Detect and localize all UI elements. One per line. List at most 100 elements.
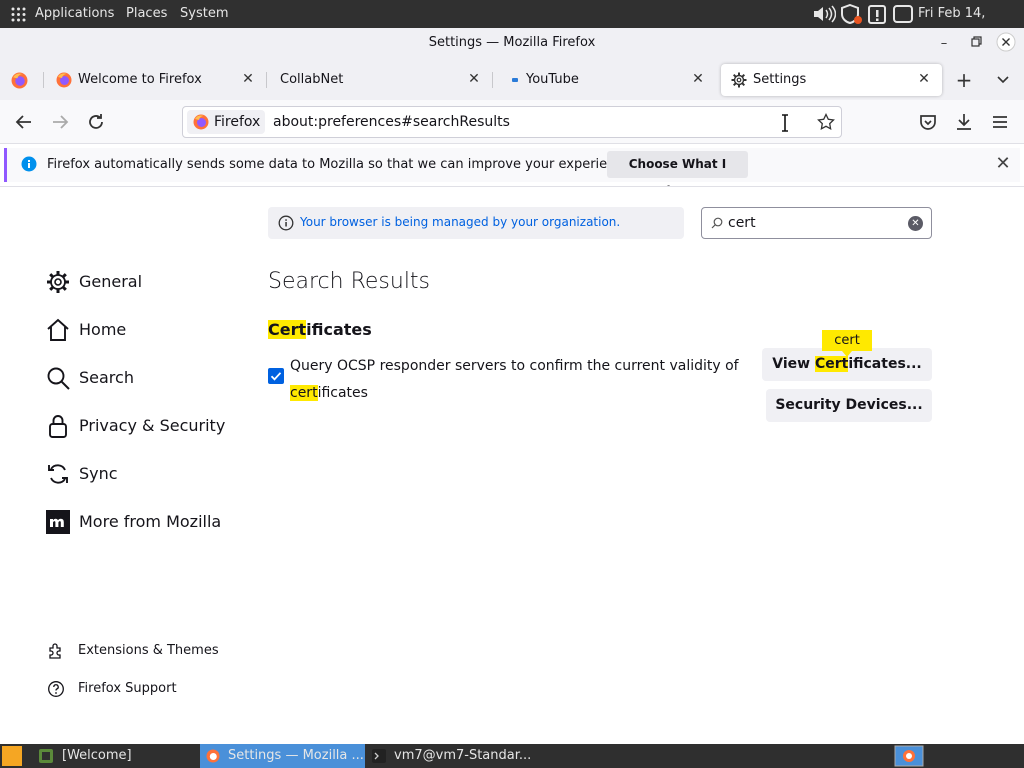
ocsp-label[interactable]: Query OCSP responder servers to confirm … (290, 353, 750, 407)
menu-places[interactable]: Places (126, 0, 167, 28)
tab-label: CollabNet (280, 72, 344, 87)
help-icon (48, 681, 64, 697)
tab-youtube[interactable]: YouTube ✕ (494, 64, 716, 96)
managed-policy-notice[interactable]: Your browser is being managed by your or… (268, 207, 684, 239)
close-tab-icon[interactable]: ✕ (688, 69, 708, 89)
task-firefox-settings[interactable]: Settings — Mozilla ... (200, 744, 365, 768)
firefox-favicon-icon (56, 72, 72, 88)
taskbar: [Welcome] Settings — Mozilla ... vm7@vm7… (0, 744, 1024, 768)
url-bar[interactable]: Firefox about:preferences#searchResults (182, 106, 842, 138)
task-terminal[interactable]: vm7@vm7-Standar... (366, 744, 536, 768)
window-titlebar[interactable]: Settings — Mozilla Firefox – (0, 28, 1024, 60)
nav-bar: Firefox about:preferences#searchResults (0, 100, 1024, 144)
alert-clipboard-icon[interactable] (866, 4, 888, 24)
choose-what-i-share-button[interactable]: Choose What I Share (607, 151, 748, 198)
search-highlight: Cert (814, 356, 849, 372)
tab-label: Settings (753, 72, 807, 87)
new-tab-button[interactable]: + (952, 68, 976, 92)
close-tab-icon[interactable]: ✕ (238, 69, 258, 89)
close-notification-icon[interactable]: ✕ (992, 153, 1014, 175)
section-title-rest: ificates (306, 320, 372, 339)
preferences-search-input[interactable]: cert ✕ (701, 207, 932, 239)
info-icon (278, 215, 294, 231)
button-label-prefix: View (772, 356, 815, 372)
gear-icon (731, 72, 747, 88)
workspace-switcher-icon[interactable] (894, 745, 924, 767)
maximize-button[interactable] (966, 34, 986, 54)
search-tooltip: cert (822, 330, 872, 357)
extensions-themes-label: Extensions & Themes (78, 643, 219, 658)
list-all-tabs-icon[interactable] (996, 74, 1010, 86)
menu-hamburger-icon[interactable] (988, 110, 1012, 134)
preferences-content: Your browser is being managed by your or… (0, 186, 1024, 744)
tab-label: YouTube (526, 72, 579, 87)
terminal-icon (372, 749, 386, 763)
category-label: Search (79, 368, 134, 387)
tab-collabnet[interactable]: CollabNet ✕ (268, 64, 492, 96)
puzzle-icon (49, 643, 61, 659)
close-window-button[interactable] (996, 32, 1016, 52)
search-results-title: Search Results (268, 269, 431, 294)
pocket-icon[interactable] (916, 110, 940, 134)
window-list-icon[interactable] (892, 4, 914, 24)
button-label-rest: ificates... (848, 356, 922, 372)
close-tab-icon[interactable]: ✕ (464, 69, 484, 89)
back-icon[interactable] (12, 110, 36, 134)
minimize-button[interactable]: – (934, 34, 954, 54)
forward-icon[interactable] (48, 110, 72, 134)
notification-text: Firefox automatically sends some data to… (47, 157, 635, 172)
info-icon (21, 156, 37, 172)
firefox-logo-icon (193, 114, 209, 130)
task-label: [Welcome] (62, 748, 132, 763)
tab-bar: Welcome to Firefox ✕ CollabNet ✕ YouTube… (0, 60, 1024, 100)
search-highlight: Cert (268, 320, 307, 339)
close-icon (996, 32, 1016, 52)
ocsp-text-rest: ificates (317, 385, 368, 401)
task-welcome[interactable]: [Welcome] (33, 744, 193, 768)
apps-grid-icon[interactable] (11, 7, 26, 22)
managed-policy-text: Your browser is being managed by your or… (300, 215, 621, 229)
identity-box[interactable]: Firefox (187, 110, 265, 134)
gear-icon (47, 271, 69, 293)
category-label: Sync (79, 464, 118, 483)
ocsp-text: Query OCSP responder servers to confirm … (290, 358, 739, 374)
text-cursor-icon (782, 114, 788, 132)
search-icon (47, 367, 70, 390)
category-label: More from Mozilla (79, 512, 222, 531)
volume-icon[interactable] (812, 4, 836, 24)
security-devices-button[interactable]: Security Devices... (766, 389, 932, 422)
checkmark-icon (270, 372, 282, 381)
search-highlight: cert (290, 385, 318, 401)
reload-icon[interactable] (84, 110, 108, 134)
welcome-app-icon (39, 749, 53, 763)
lock-icon (49, 415, 67, 438)
firefox-view-icon[interactable] (11, 72, 28, 89)
search-value: cert (728, 215, 756, 231)
ocsp-checkbox[interactable] (268, 368, 284, 384)
category-label: Home (79, 320, 127, 339)
shield-update-icon[interactable] (840, 4, 864, 24)
show-desktop-icon[interactable] (2, 746, 22, 766)
task-label: vm7@vm7-Standar... (394, 748, 532, 763)
search-icon (711, 217, 723, 229)
mozilla-icon (46, 510, 70, 534)
home-icon (47, 318, 69, 341)
menu-applications[interactable]: Applications (35, 0, 114, 28)
sync-icon (48, 464, 68, 484)
certificates-section-title: Certificates (268, 320, 372, 339)
data-notification-bar: Firefox automatically sends some data to… (4, 148, 1020, 198)
restore-icon (970, 36, 982, 47)
clear-search-icon[interactable]: ✕ (908, 216, 923, 231)
menu-system[interactable]: System (180, 0, 228, 28)
category-label: General (79, 272, 143, 291)
downloads-icon[interactable] (952, 110, 976, 134)
tab-welcome-to-firefox[interactable]: Welcome to Firefox ✕ (46, 64, 266, 96)
identity-label: Firefox (214, 114, 261, 130)
window-title: Settings — Mozilla Firefox (428, 35, 596, 50)
firefox-support-label: Firefox Support (78, 681, 177, 696)
category-label: Privacy & Security (79, 416, 226, 435)
bookmark-star-icon[interactable] (817, 113, 835, 131)
close-tab-icon[interactable]: ✕ (914, 69, 934, 89)
url-text[interactable]: about:preferences#searchResults (273, 114, 510, 130)
tab-settings[interactable]: Settings ✕ (721, 64, 942, 96)
